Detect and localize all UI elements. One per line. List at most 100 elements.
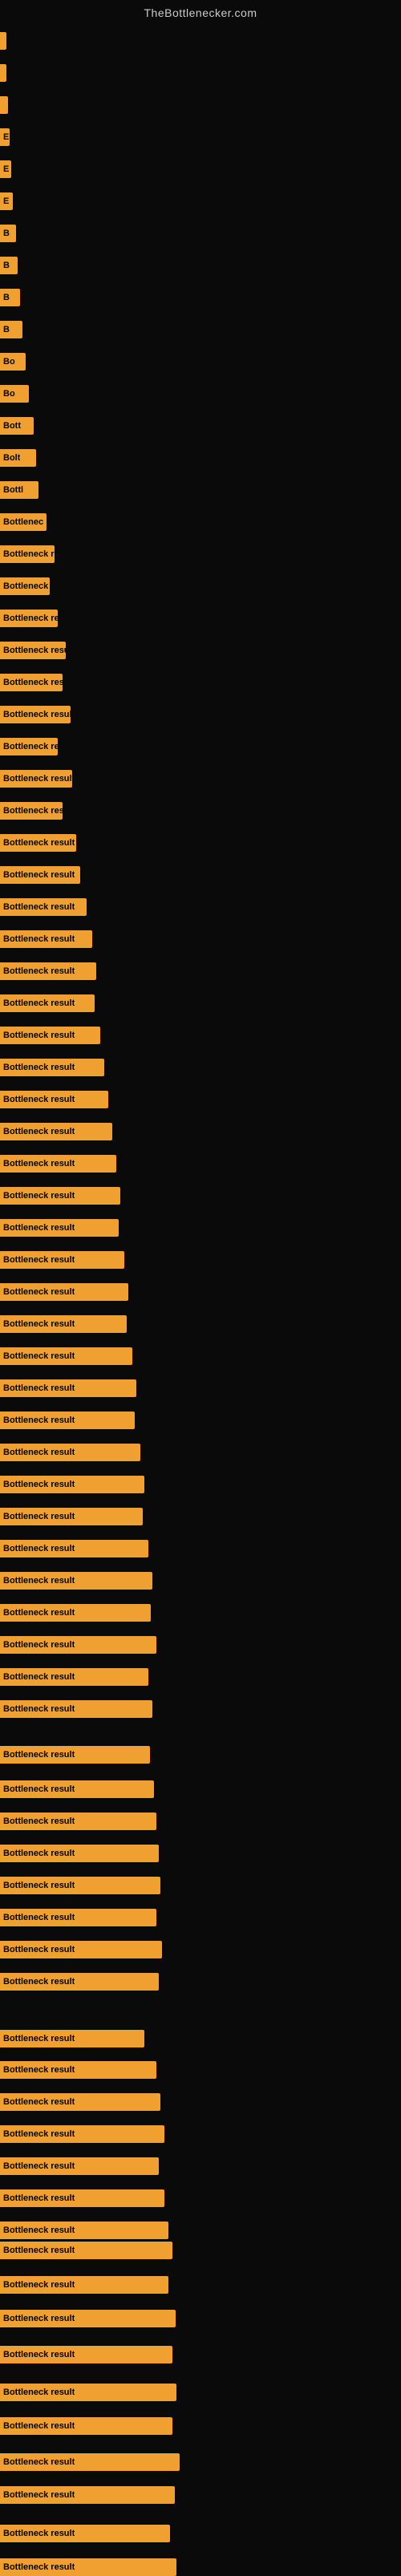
bar-item: Bottleneck xyxy=(0,577,50,595)
bar-label: Bottleneck result xyxy=(3,646,66,655)
bar-item: Bottleneck result xyxy=(0,2486,175,2504)
bar-item: Bottleneck re xyxy=(0,738,58,755)
bar-item: Bottleneck result xyxy=(0,1155,116,1173)
bar-item: Bottleneck result xyxy=(0,1746,150,1764)
bar-item: Bottleneck result xyxy=(0,1636,156,1654)
bar-label: Bottleneck result xyxy=(3,1159,75,1169)
bar-label: Bottleneck result xyxy=(3,1672,75,1682)
bar-label: Bottleneck result xyxy=(3,1255,75,1265)
bar-label: Bottleneck result xyxy=(3,710,71,719)
bar-item: E xyxy=(0,128,10,146)
bar-label: Bottleneck result xyxy=(3,1191,75,1201)
bar-label: Bottleneck result xyxy=(3,2314,75,2323)
bar-item: Bottleneck result xyxy=(0,1059,104,1076)
bar-item: Bottleneck result xyxy=(0,2276,168,2294)
bar-label: Bottleneck re xyxy=(3,742,58,751)
bar-label: B xyxy=(3,261,10,270)
bar-item: Bolt xyxy=(0,449,36,467)
bar-item: Bottleneck result xyxy=(0,1379,136,1397)
bar-item: B xyxy=(0,321,22,338)
bar-label: E xyxy=(3,196,9,206)
bar-label: Bottleneck result xyxy=(3,1287,75,1297)
bar-item: Bottleneck result xyxy=(0,1700,152,1718)
bar-label: Bottleneck result xyxy=(3,998,75,1008)
bar-item: Bottleneck result xyxy=(0,2417,172,2435)
bar-label: Bottleneck resu xyxy=(3,678,63,687)
bar-item: Bottleneck result xyxy=(0,1941,162,1958)
bar-label: Bottleneck result xyxy=(3,838,75,848)
bar-label: Bo xyxy=(3,389,15,399)
bar-item xyxy=(0,96,8,114)
bar-item: Bottleneck result xyxy=(0,706,71,723)
bar-label: B xyxy=(3,325,10,334)
bar-item: Bottleneck result xyxy=(0,2558,176,2576)
bar-label: Bottleneck result xyxy=(3,1319,75,1329)
bar-item: Bottleneck res xyxy=(0,545,55,563)
bar-label: Bott xyxy=(3,421,21,431)
bar-item: Bottleneck result xyxy=(0,2093,160,2111)
bar-label: Bottleneck result xyxy=(3,2350,75,2359)
bar-label: Bottleneck result xyxy=(3,2562,75,2572)
bar-label: Bottleneck result xyxy=(3,2280,75,2290)
bar-label: Bottleneck result xyxy=(3,2129,75,2139)
bar-item xyxy=(0,64,6,82)
bar-item: Bottleneck result xyxy=(0,1283,128,1301)
bar-label: Bottleneck result xyxy=(3,1945,75,1954)
bar-item: Bottleneck result xyxy=(0,2453,180,2471)
bar-item: Bottl xyxy=(0,481,38,499)
bar-item: Bottleneck result xyxy=(0,1444,140,1461)
bar-item: B xyxy=(0,225,16,242)
bar-item xyxy=(0,32,6,50)
site-title: TheBottlenecker.com xyxy=(0,0,401,22)
chart-area: TheBottlenecker.com EEEBBBBBoBoBottBoltB… xyxy=(0,0,401,2566)
bar-label: Bottleneck result xyxy=(3,1849,75,1858)
bar-label: Bottleneck result xyxy=(3,1750,75,1760)
bar-item: Bo xyxy=(0,353,26,371)
bar-label: Bottl xyxy=(3,485,23,495)
bar-item: Bottleneck result xyxy=(0,1813,156,1830)
bar-item: E xyxy=(0,160,11,178)
bar-label: Bottleneck result xyxy=(3,2161,75,2171)
bar-item: Bottleneck result xyxy=(0,2189,164,2207)
bar-item: Bottleneck resu xyxy=(0,674,63,691)
bar-label: Bottleneck result xyxy=(3,1448,75,1457)
bar-label: Bottleneck result xyxy=(3,1817,75,1826)
bar-item: Bottleneck result xyxy=(0,1668,148,1686)
bar-label: Bottleneck xyxy=(3,581,48,591)
bar-item: Bottleneck resu xyxy=(0,610,58,627)
bar-item: Bottleneck result xyxy=(0,898,87,916)
bar-item: Bottleneck result xyxy=(0,2384,176,2401)
bar-label: Bottleneck result xyxy=(3,1480,75,1489)
bar-item: E xyxy=(0,192,13,210)
bar-label: Bottleneck result xyxy=(3,1031,75,1040)
bar-label: Bottleneck result xyxy=(3,1608,75,1618)
bar-item: Bottleneck result xyxy=(0,642,66,659)
bar-item: Bottleneck result xyxy=(0,1540,148,1557)
bar-label: Bottleneck result xyxy=(3,1913,75,1922)
bar-label: Bottleneck result xyxy=(3,1383,75,1393)
bar-item: Bottleneck result xyxy=(0,1091,108,1108)
bar-label: Bottleneck result xyxy=(3,1095,75,1104)
bar-label: Bottleneck resu xyxy=(3,614,58,623)
bar-label: Bottleneck result xyxy=(3,2421,75,2431)
bar-item: Bottleneck result xyxy=(0,1973,159,1991)
bar-label: Bottleneck result xyxy=(3,2034,75,2043)
bar-label: Bottleneck result xyxy=(3,2097,75,2107)
bar-item: Bottleneck result xyxy=(0,1909,156,1926)
bar-label: Bottleneck result xyxy=(3,2246,75,2255)
bar-label: Bottleneck result xyxy=(3,1063,75,1072)
bar-item: B xyxy=(0,289,20,306)
bar-item: Bottleneck result xyxy=(0,994,95,1012)
bar-item: Bottleneck result xyxy=(0,1187,120,1205)
bar-item: Bott xyxy=(0,417,34,435)
bar-label: Bottleneck resu xyxy=(3,806,63,816)
bar-label: Bottlenec xyxy=(3,517,43,527)
bar-label: Bottleneck result xyxy=(3,870,75,880)
bar-item: Bottleneck result xyxy=(0,770,72,788)
bar-item: Bottleneck result xyxy=(0,930,92,948)
bar-item: Bottleneck result xyxy=(0,1845,159,1862)
bar-label: Bottleneck result xyxy=(3,1881,75,1890)
bar-label: Bottleneck result xyxy=(3,1640,75,1650)
bar-item: Bottleneck result xyxy=(0,1027,100,1044)
bar-item: Bottleneck result xyxy=(0,1412,135,1429)
